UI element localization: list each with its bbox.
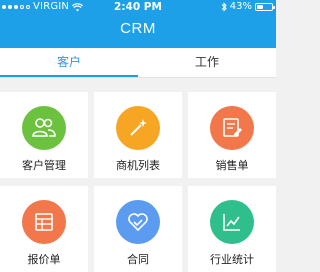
tile-customer-management[interactable]: 客户管理 — [0, 92, 88, 178]
quote-table-icon — [22, 200, 66, 244]
top-bar: VIRGIN 2:40 PM 43% CRM — [0, 0, 276, 48]
contract-heart-icon — [116, 200, 160, 244]
battery-percent: 43% — [229, 1, 252, 12]
tile-label: 合同 — [127, 253, 149, 266]
tile-industry-stats[interactable]: 行业统计 — [188, 186, 276, 272]
tile-label: 销售单 — [215, 159, 249, 172]
tile-contract[interactable]: 合同 — [94, 186, 182, 272]
tile-sales-order[interactable]: 销售单 — [188, 92, 276, 178]
line-chart-icon — [210, 200, 254, 244]
magic-wand-icon — [116, 106, 160, 150]
page-title: CRM — [120, 20, 156, 37]
customers-icon — [22, 106, 66, 150]
tile-label: 商机列表 — [116, 159, 160, 172]
tile-label: 客户管理 — [22, 159, 66, 172]
status-bar: VIRGIN 2:40 PM 43% — [0, 0, 276, 14]
tab-work[interactable]: 工作 — [138, 48, 276, 77]
bluetooth-icon — [221, 2, 227, 12]
tab-bar: 客户 工作 — [0, 48, 276, 78]
battery-icon — [255, 3, 275, 11]
tile-opportunity-list[interactable]: 商机列表 — [94, 92, 182, 178]
tile-label: 报价单 — [27, 253, 61, 266]
tile-quotation[interactable]: 报价单 — [0, 186, 88, 272]
active-tab-indicator — [0, 75, 138, 77]
tile-label: 行业统计 — [210, 253, 254, 266]
tab-customers[interactable]: 客户 — [0, 48, 138, 77]
sales-order-icon — [210, 106, 254, 150]
